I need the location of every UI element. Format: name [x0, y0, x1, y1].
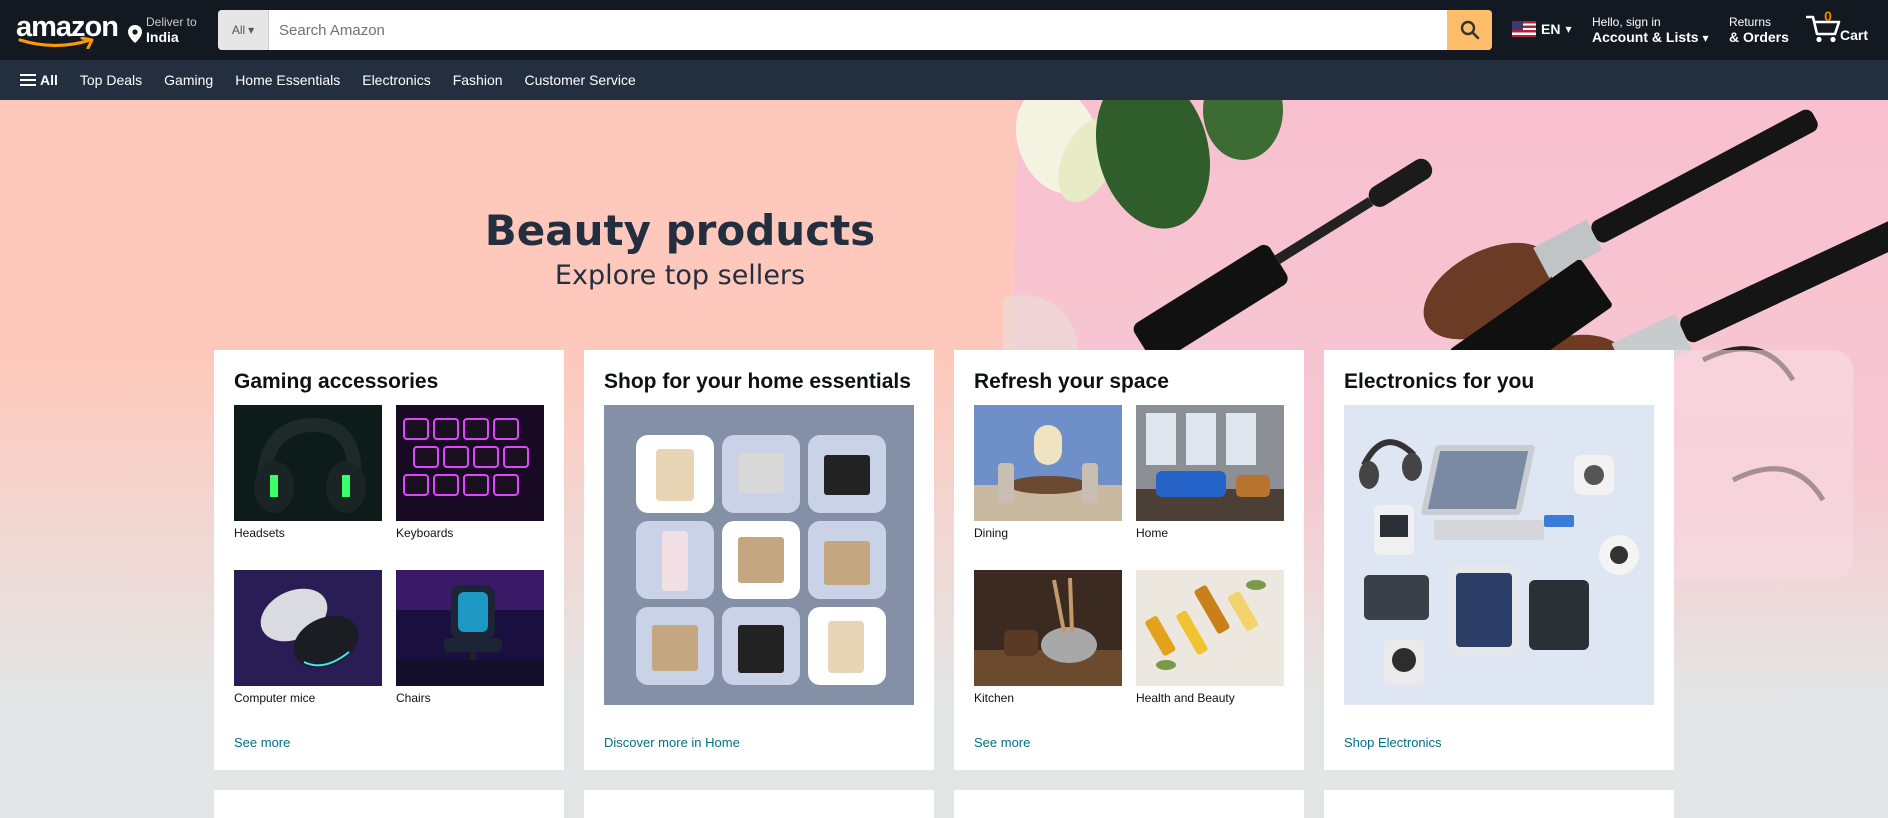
card-electronics: Electronics for you Shop Electronics [1324, 350, 1674, 770]
kitchen-image [974, 570, 1122, 686]
nav-gaming[interactable]: Gaming [164, 72, 213, 88]
card-row2-1 [214, 790, 564, 818]
tile-caption: Dining [974, 526, 1009, 540]
all-label: All [40, 72, 58, 88]
health-beauty-image [1136, 570, 1284, 686]
all-menu-button[interactable]: All [20, 72, 58, 88]
tile-kitchen[interactable]: Kitchen [974, 570, 1122, 705]
search-category-dropdown[interactable]: All ▾ [218, 10, 269, 50]
hero-subtitle: Explore top sellers [554, 260, 806, 291]
amazon-logo[interactable]: amazon [13, 9, 119, 49]
see-more-link[interactable]: See more [974, 735, 1030, 750]
tile-caption: Headsets [234, 526, 285, 540]
caret-down-icon: ▾ [1702, 31, 1709, 45]
search-bar: All ▾ [218, 10, 1492, 50]
returns-label: Returns [1729, 15, 1772, 29]
tile-caption: Computer mice [234, 691, 316, 705]
hero-title: Beauty products [484, 206, 876, 255]
returns-orders[interactable]: Returns & Orders [1729, 15, 1789, 45]
search-button[interactable] [1447, 10, 1492, 50]
caret-down-icon: ▾ [248, 23, 255, 37]
shop-electronics-link[interactable]: Shop Electronics [1344, 735, 1442, 750]
tile-caption: Kitchen [974, 691, 1015, 705]
home-essentials-image [604, 405, 914, 705]
tile-headsets[interactable]: Headsets [234, 405, 382, 540]
card-title: Refresh your space [974, 370, 1169, 393]
caret-down-icon: ▾ [1565, 22, 1572, 36]
account-lists[interactable]: Hello, sign in Account & Lists ▾ [1592, 15, 1709, 45]
search-icon [1460, 20, 1479, 40]
tile-dining[interactable]: Dining [974, 405, 1122, 540]
nav-customer-service[interactable]: Customer Service [525, 72, 636, 88]
cart-button[interactable]: 0 Cart [1806, 8, 1876, 50]
card-row2-2 [584, 790, 934, 818]
chairs-image [396, 570, 544, 686]
tile-chairs[interactable]: Chairs [396, 570, 544, 705]
account-label: Account & Lists ▾ [1592, 29, 1709, 45]
nav-home-essentials[interactable]: Home Essentials [235, 72, 340, 88]
tile-health-beauty[interactable]: Health and Beauty [1136, 570, 1284, 705]
headsets-image [234, 405, 382, 521]
secondary-navbar: All Top Deals Gaming Home Essentials Ele… [0, 60, 1888, 100]
card-home-essentials: Shop for your home essentials Discover m… [584, 350, 934, 770]
top-navbar: amazon Deliver to India All ▾ EN ▾ [0, 0, 1888, 60]
card-row2-3 [954, 790, 1304, 818]
keyboards-image [396, 405, 544, 521]
tile-computer-mice[interactable]: Computer mice [234, 570, 382, 705]
card-refresh-space: Refresh your space Dining Home Kitchen H… [954, 350, 1304, 770]
tile-keyboards[interactable]: Keyboards [396, 405, 544, 540]
search-category-label: All [231, 23, 246, 37]
orders-label: & Orders [1729, 29, 1789, 45]
language-code: EN [1541, 21, 1561, 37]
card-title: Electronics for you [1344, 370, 1535, 393]
computer-mice-image [234, 570, 382, 686]
hamburger-icon [20, 74, 36, 86]
account-greeting: Hello, sign in [1592, 15, 1661, 29]
card-title: Gaming accessories [234, 370, 439, 393]
electronics-image [1344, 405, 1654, 705]
tile-caption: Chairs [396, 691, 431, 705]
home-image [1136, 405, 1284, 521]
cart-label: Cart [1840, 27, 1869, 43]
location-pin-icon [128, 25, 142, 43]
card-title: Shop for your home essentials [604, 370, 911, 393]
dining-image [974, 405, 1122, 521]
search-input[interactable] [269, 10, 1446, 50]
tile-caption: Health and Beauty [1136, 691, 1235, 705]
see-more-link[interactable]: See more [234, 735, 290, 750]
deliver-country: India [146, 29, 179, 45]
nav-electronics[interactable]: Electronics [362, 72, 430, 88]
us-flag-icon [1512, 21, 1536, 37]
tile-home[interactable]: Home [1136, 405, 1284, 540]
cart-count: 0 [1824, 8, 1832, 24]
language-selector[interactable]: EN ▾ [1512, 21, 1571, 37]
nav-fashion[interactable]: Fashion [453, 72, 503, 88]
deliver-label: Deliver to [146, 15, 197, 29]
tile-caption: Home [1136, 526, 1169, 540]
card-row2-4 [1324, 790, 1674, 818]
nav-top-deals[interactable]: Top Deals [80, 72, 142, 88]
tile-caption: Keyboards [396, 526, 454, 540]
discover-more-home-link[interactable]: Discover more in Home [604, 735, 740, 750]
smile-arrow-icon [18, 37, 94, 49]
card-gaming-accessories: Gaming accessories Headsets Keyboards Co… [214, 350, 564, 770]
